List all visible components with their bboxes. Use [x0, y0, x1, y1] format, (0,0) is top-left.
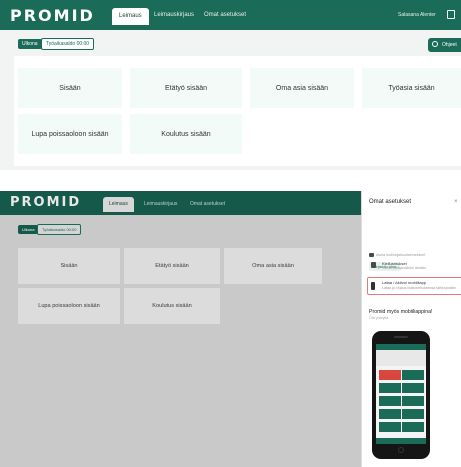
action-koulutus-sisaan-dim[interactable]: Koulutus sisään: [124, 288, 220, 324]
guide-button[interactable]: Ohjeet: [428, 38, 461, 52]
work-time-badge-dim: Työaikasaldo 00:00: [37, 224, 82, 235]
phone-tile: [402, 396, 424, 406]
action-etatyo-sisaan[interactable]: Etätyö sisään: [130, 68, 242, 108]
action-koulutus-sisaan[interactable]: Koulutus sisään: [130, 114, 242, 154]
action-etatyo-sisaan-dim[interactable]: Etätyö sisään: [124, 248, 220, 284]
action-oma-asia-sisaan[interactable]: Oma asia sisään: [250, 68, 354, 108]
help-circle-icon: [432, 41, 438, 47]
user-name[interactable]: Salasana Alenter: [398, 12, 436, 18]
phone-speaker: [394, 336, 408, 338]
tab-leimaus[interactable]: Leimaus: [112, 8, 149, 25]
action-oma-asia-sisaan-dim[interactable]: Oma asia sisään: [224, 248, 322, 284]
phone-tile: [402, 422, 424, 432]
tab-leimauskirjaus-dim[interactable]: Leimauskirjaus: [138, 198, 183, 210]
phone-tile: [379, 370, 401, 380]
phone-tile: [402, 370, 424, 380]
tab-leimauskirjaus[interactable]: Leimauskirjaus: [148, 9, 200, 21]
action-lupa-poissaoloon-sisaan[interactable]: Lupa poissaoloon sisään: [18, 114, 122, 154]
device-icon: [369, 253, 374, 257]
guide-button-label: Ohjeet: [442, 42, 457, 48]
user-icon[interactable]: [447, 10, 455, 19]
promid-logo: PROMID: [10, 6, 95, 25]
action-sisaan[interactable]: Sisään: [18, 68, 122, 108]
action-panel: Sisään Etätyö sisään Oma asia sisään Työ…: [14, 56, 461, 166]
status-badge: Ulkona: [18, 39, 42, 49]
phone-app-footer: [376, 438, 426, 444]
action-tyoasia-sisaan[interactable]: Työasia sisään: [362, 68, 461, 108]
tab-omat-asetukset[interactable]: Omat asetukset: [198, 9, 252, 21]
item2-subtitle: Lataa ja ohjaus lisäsovelluksessa sähköp…: [382, 286, 457, 290]
promo-subtitle[interactable]: Ota yhteyttä: [369, 316, 388, 320]
phone-tile: [402, 383, 424, 393]
item2-title[interactable]: Lataa / Aktivoi mobiiliapp: [382, 280, 426, 285]
promid-logo-dim: PROMID: [10, 195, 82, 210]
phone-tile: [379, 383, 401, 393]
item1-subtitle: Valitse pääyksikkösi tänään: [382, 266, 426, 270]
status-badge-dim: Ulkona: [18, 225, 39, 234]
settings-side-panel: Omat asetukset × Aseta kodinsijaisuotaem…: [361, 191, 461, 467]
tab-leimaus-dim[interactable]: Leimaus: [103, 197, 134, 212]
phone-tile: [379, 396, 401, 406]
phone-tile: [379, 409, 401, 419]
screenshot-settings-open: PROMID Leimaus Leimauskirjaus Omat asetu…: [0, 191, 461, 467]
action-lupa-poissaoloon-sisaan-dim[interactable]: Lupa poissaoloon sisään: [18, 288, 120, 324]
device-info-text: Aseta kodinsijaisuotaemelukeri: [376, 253, 426, 257]
top-nav-bar: PROMID Leimaus Leimauskirjaus Omat asetu…: [0, 0, 461, 30]
promo-title: Promid myös mobiiliappina!: [369, 309, 433, 315]
phone-tile: [402, 409, 424, 419]
phone-tile: [379, 422, 401, 432]
settings-title: Omat asetukset: [369, 199, 412, 205]
action-sisaan-dim[interactable]: Sisään: [18, 248, 120, 284]
work-time-badge: Työaikasaldo 00:00: [41, 38, 95, 50]
tab-omat-asetukset-dim[interactable]: Omat asetukset: [184, 198, 231, 210]
mobile-phone-image: [372, 331, 430, 459]
person-icon: [371, 262, 376, 268]
close-icon[interactable]: ×: [454, 199, 458, 205]
phone-screen: [376, 344, 426, 444]
phone-app-header: [376, 350, 426, 366]
phone-home-button: [398, 447, 404, 453]
screenshot-main: PROMID Leimaus Leimauskirjaus Omat asetu…: [0, 0, 461, 170]
phone-icon: [371, 282, 375, 290]
